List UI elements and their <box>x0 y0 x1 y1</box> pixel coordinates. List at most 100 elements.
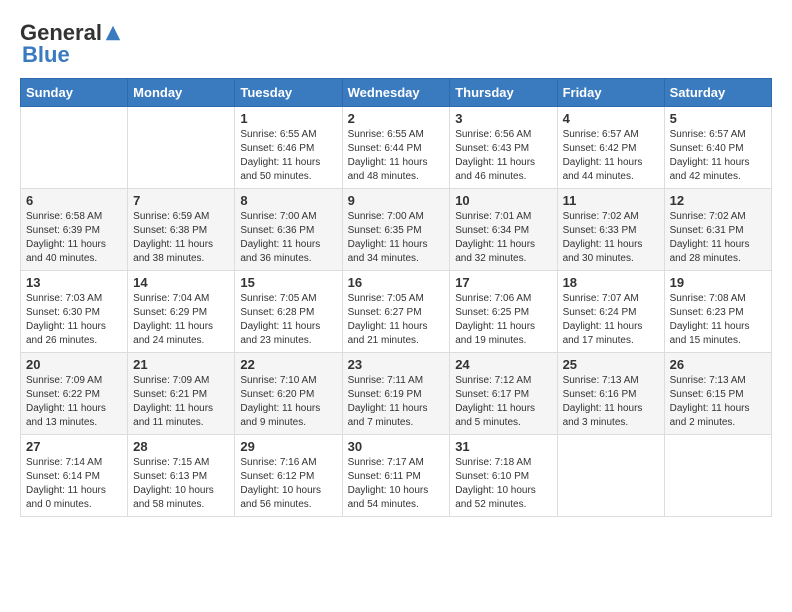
day-info: Sunrise: 7:04 AM Sunset: 6:29 PM Dayligh… <box>133 292 229 348</box>
day-number: 24 <box>455 357 551 372</box>
calendar-cell: 5 Sunrise: 6:57 AM Sunset: 6:40 PM Daylig… <box>664 107 771 189</box>
day-info: Sunrise: 7:03 AM Sunset: 6:30 PM Dayligh… <box>26 292 122 348</box>
calendar-cell: 28 Sunrise: 7:15 AM Sunset: 6:13 PM Dayli… <box>128 435 235 517</box>
calendar-cell: 13 Sunrise: 7:03 AM Sunset: 6:30 PM Dayli… <box>21 271 128 353</box>
day-info: Sunrise: 7:07 AM Sunset: 6:24 PM Dayligh… <box>563 292 659 348</box>
day-number: 8 <box>240 193 336 208</box>
calendar-week-4: 20 Sunrise: 7:09 AM Sunset: 6:22 PM Dayli… <box>21 353 772 435</box>
weekday-header-wednesday: Wednesday <box>342 79 450 107</box>
calendar-cell <box>128 107 235 189</box>
day-info: Sunrise: 7:05 AM Sunset: 6:27 PM Dayligh… <box>348 292 445 348</box>
day-number: 4 <box>563 111 659 126</box>
calendar-cell: 2 Sunrise: 6:55 AM Sunset: 6:44 PM Daylig… <box>342 107 450 189</box>
day-info: Sunrise: 6:58 AM Sunset: 6:39 PM Dayligh… <box>26 210 122 266</box>
calendar-cell: 19 Sunrise: 7:08 AM Sunset: 6:23 PM Dayli… <box>664 271 771 353</box>
day-info: Sunrise: 7:17 AM Sunset: 6:11 PM Dayligh… <box>348 456 445 512</box>
logo-blue-text: Blue <box>22 42 70 68</box>
day-info: Sunrise: 6:57 AM Sunset: 6:40 PM Dayligh… <box>670 128 766 184</box>
day-number: 18 <box>563 275 659 290</box>
calendar-cell: 18 Sunrise: 7:07 AM Sunset: 6:24 PM Dayli… <box>557 271 664 353</box>
calendar-cell: 24 Sunrise: 7:12 AM Sunset: 6:17 PM Dayli… <box>450 353 557 435</box>
calendar-week-1: 1 Sunrise: 6:55 AM Sunset: 6:46 PM Daylig… <box>21 107 772 189</box>
day-number: 22 <box>240 357 336 372</box>
day-number: 10 <box>455 193 551 208</box>
day-number: 5 <box>670 111 766 126</box>
day-number: 3 <box>455 111 551 126</box>
weekday-header-saturday: Saturday <box>664 79 771 107</box>
calendar-cell: 8Sunrise: 7:00 AM Sunset: 6:36 PM Daylig… <box>235 189 342 271</box>
logo: General Blue <box>20 20 122 68</box>
calendar-cell: 30 Sunrise: 7:17 AM Sunset: 6:11 PM Dayli… <box>342 435 450 517</box>
day-number: 13 <box>26 275 122 290</box>
day-info: Sunrise: 6:56 AM Sunset: 6:43 PM Dayligh… <box>455 128 551 184</box>
day-info: Sunrise: 6:59 AM Sunset: 6:38 PM Dayligh… <box>133 210 229 266</box>
day-number: 7 <box>133 193 229 208</box>
day-info: Sunrise: 6:57 AM Sunset: 6:42 PM Dayligh… <box>563 128 659 184</box>
day-number: 26 <box>670 357 766 372</box>
day-info: Sunrise: 7:18 AM Sunset: 6:10 PM Dayligh… <box>455 456 551 512</box>
calendar-cell: 20 Sunrise: 7:09 AM Sunset: 6:22 PM Dayli… <box>21 353 128 435</box>
day-number: 15 <box>240 275 336 290</box>
weekday-header-row: SundayMondayTuesdayWednesdayThursdayFrid… <box>21 79 772 107</box>
calendar-cell: 23Sunrise: 7:11 AM Sunset: 6:19 PM Dayli… <box>342 353 450 435</box>
weekday-header-friday: Friday <box>557 79 664 107</box>
day-info: Sunrise: 7:13 AM Sunset: 6:15 PM Dayligh… <box>670 374 766 430</box>
weekday-header-sunday: Sunday <box>21 79 128 107</box>
day-number: 14 <box>133 275 229 290</box>
calendar-week-5: 27Sunrise: 7:14 AM Sunset: 6:14 PM Dayli… <box>21 435 772 517</box>
day-number: 30 <box>348 439 445 454</box>
day-info: Sunrise: 7:01 AM Sunset: 6:34 PM Dayligh… <box>455 210 551 266</box>
day-info: Sunrise: 6:55 AM Sunset: 6:44 PM Dayligh… <box>348 128 445 184</box>
weekday-header-thursday: Thursday <box>450 79 557 107</box>
weekday-header-monday: Monday <box>128 79 235 107</box>
calendar-cell: 26 Sunrise: 7:13 AM Sunset: 6:15 PM Dayli… <box>664 353 771 435</box>
day-info: Sunrise: 7:14 AM Sunset: 6:14 PM Dayligh… <box>26 456 122 512</box>
calendar-cell <box>557 435 664 517</box>
day-info: Sunrise: 7:06 AM Sunset: 6:25 PM Dayligh… <box>455 292 551 348</box>
day-number: 31 <box>455 439 551 454</box>
day-info: Sunrise: 7:08 AM Sunset: 6:23 PM Dayligh… <box>670 292 766 348</box>
calendar-week-2: 6 Sunrise: 6:58 AM Sunset: 6:39 PM Daylig… <box>21 189 772 271</box>
day-info: Sunrise: 7:16 AM Sunset: 6:12 PM Dayligh… <box>240 456 336 512</box>
calendar-cell: 9Sunrise: 7:00 AM Sunset: 6:35 PM Daylig… <box>342 189 450 271</box>
calendar-cell: 11 Sunrise: 7:02 AM Sunset: 6:33 PM Dayli… <box>557 189 664 271</box>
day-number: 2 <box>348 111 445 126</box>
day-number: 28 <box>133 439 229 454</box>
day-info: Sunrise: 6:55 AM Sunset: 6:46 PM Dayligh… <box>240 128 336 184</box>
calendar-cell: 12Sunrise: 7:02 AM Sunset: 6:31 PM Dayli… <box>664 189 771 271</box>
day-number: 9 <box>348 193 445 208</box>
day-number: 20 <box>26 357 122 372</box>
day-number: 17 <box>455 275 551 290</box>
day-info: Sunrise: 7:09 AM Sunset: 6:21 PM Dayligh… <box>133 374 229 430</box>
day-info: Sunrise: 7:02 AM Sunset: 6:33 PM Dayligh… <box>563 210 659 266</box>
calendar-cell <box>664 435 771 517</box>
calendar-cell: 7 Sunrise: 6:59 AM Sunset: 6:38 PM Daylig… <box>128 189 235 271</box>
calendar-cell: 15Sunrise: 7:05 AM Sunset: 6:28 PM Dayli… <box>235 271 342 353</box>
day-info: Sunrise: 7:13 AM Sunset: 6:16 PM Dayligh… <box>563 374 659 430</box>
calendar-cell: 22Sunrise: 7:10 AM Sunset: 6:20 PM Dayli… <box>235 353 342 435</box>
day-info: Sunrise: 7:15 AM Sunset: 6:13 PM Dayligh… <box>133 456 229 512</box>
calendar-cell: 29 Sunrise: 7:16 AM Sunset: 6:12 PM Dayli… <box>235 435 342 517</box>
calendar-cell: 4 Sunrise: 6:57 AM Sunset: 6:42 PM Daylig… <box>557 107 664 189</box>
calendar-cell: 3 Sunrise: 6:56 AM Sunset: 6:43 PM Daylig… <box>450 107 557 189</box>
calendar-week-3: 13 Sunrise: 7:03 AM Sunset: 6:30 PM Dayli… <box>21 271 772 353</box>
day-number: 11 <box>563 193 659 208</box>
logo-icon <box>104 24 122 42</box>
calendar-cell: 27Sunrise: 7:14 AM Sunset: 6:14 PM Dayli… <box>21 435 128 517</box>
calendar-cell: 6 Sunrise: 6:58 AM Sunset: 6:39 PM Daylig… <box>21 189 128 271</box>
calendar-cell: 1 Sunrise: 6:55 AM Sunset: 6:46 PM Daylig… <box>235 107 342 189</box>
calendar-cell: 14 Sunrise: 7:04 AM Sunset: 6:29 PM Dayli… <box>128 271 235 353</box>
calendar-cell: 16Sunrise: 7:05 AM Sunset: 6:27 PM Dayli… <box>342 271 450 353</box>
day-number: 6 <box>26 193 122 208</box>
day-info: Sunrise: 7:02 AM Sunset: 6:31 PM Dayligh… <box>670 210 766 266</box>
day-info: Sunrise: 7:09 AM Sunset: 6:22 PM Dayligh… <box>26 374 122 430</box>
calendar-cell: 25 Sunrise: 7:13 AM Sunset: 6:16 PM Dayli… <box>557 353 664 435</box>
day-info: Sunrise: 7:11 AM Sunset: 6:19 PM Dayligh… <box>348 374 445 430</box>
day-info: Sunrise: 7:12 AM Sunset: 6:17 PM Dayligh… <box>455 374 551 430</box>
calendar-cell <box>21 107 128 189</box>
day-number: 25 <box>563 357 659 372</box>
weekday-header-tuesday: Tuesday <box>235 79 342 107</box>
day-number: 29 <box>240 439 336 454</box>
day-number: 1 <box>240 111 336 126</box>
day-number: 19 <box>670 275 766 290</box>
